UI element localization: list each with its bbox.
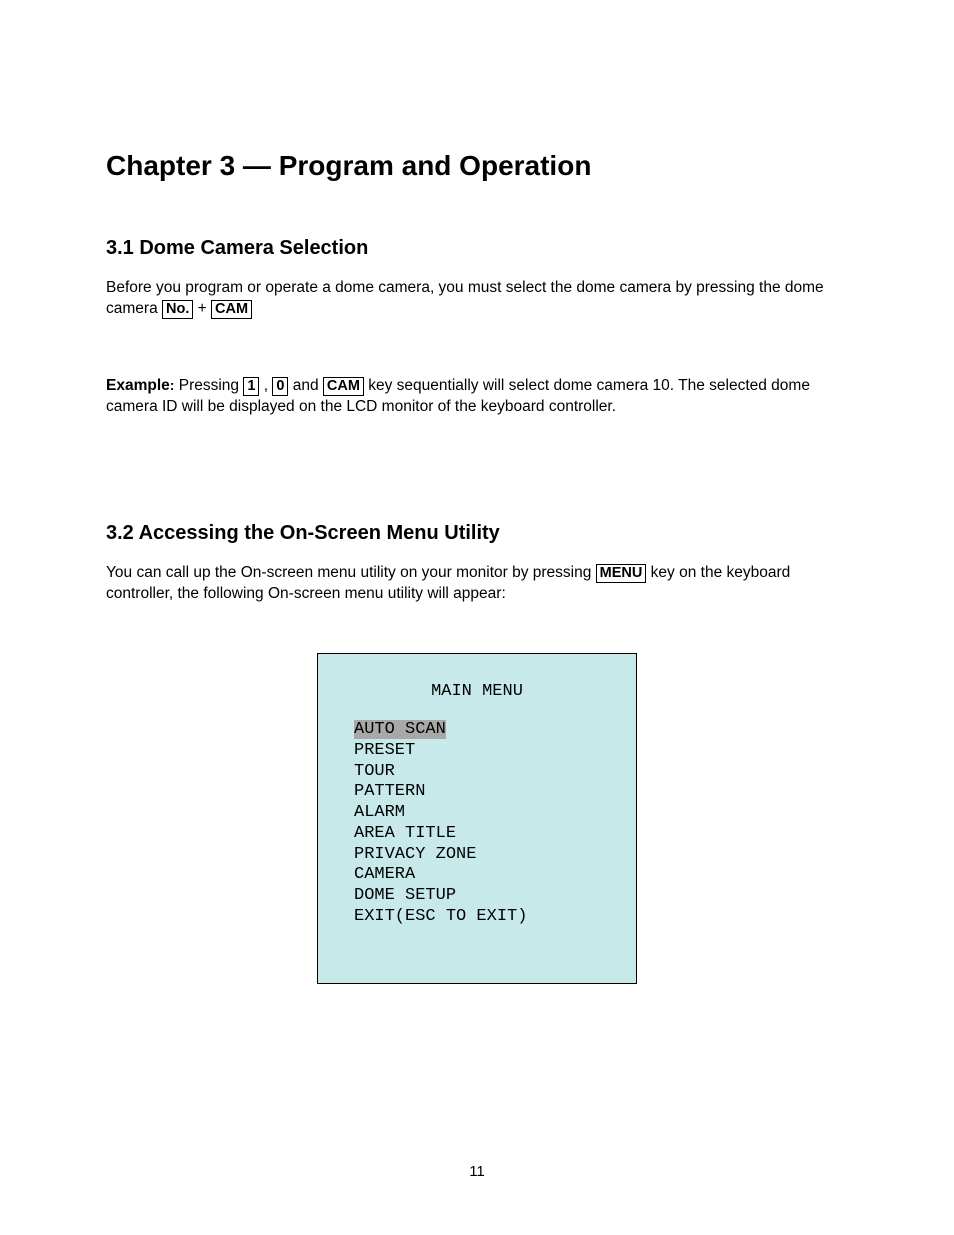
text-fragment: and xyxy=(288,377,322,394)
key-1: 1 xyxy=(243,377,259,396)
text-fragment: , xyxy=(259,377,272,394)
section-heading-3-1: 3.1 Dome Camera Selection xyxy=(106,237,848,260)
osd-menu-list: AUTO SCAN PRESET TOUR PATTERN ALARM AREA… xyxy=(354,720,616,927)
chapter-title: Chapter 3 — Program and Operation xyxy=(106,150,848,182)
key-menu: MENU xyxy=(596,564,647,583)
osd-menu-title: MAIN MENU xyxy=(338,682,616,703)
key-cam: CAM xyxy=(211,300,252,319)
osd-menu-item-highlighted: AUTO SCAN xyxy=(354,720,446,739)
key-no: No. xyxy=(162,300,193,319)
example-label: Example xyxy=(106,377,170,394)
key-cam-2: CAM xyxy=(323,377,364,396)
paragraph-3-2-intro: You can call up the On-screen menu utili… xyxy=(106,563,848,605)
document-page: Chapter 3 — Program and Operation 3.1 Do… xyxy=(0,0,954,1235)
text-fragment: + xyxy=(193,300,211,317)
text-fragment: You can call up the On-screen menu utili… xyxy=(106,564,596,581)
osd-menu-items: PRESET TOUR PATTERN ALARM AREA TITLE PRI… xyxy=(354,741,527,926)
osd-menu-screen: MAIN MENU AUTO SCAN PRESET TOUR PATTERN … xyxy=(317,653,637,984)
paragraph-3-1-intro: Before you program or operate a dome cam… xyxy=(106,278,848,320)
spacer xyxy=(106,326,848,376)
paragraph-3-1-example: Example: Pressing 1 , 0 and CAM key sequ… xyxy=(106,376,848,418)
key-0: 0 xyxy=(272,377,288,396)
text-fragment: Pressing xyxy=(174,377,243,394)
page-number: 11 xyxy=(0,1163,954,1180)
spacer xyxy=(106,424,848,522)
spacer xyxy=(106,611,848,653)
section-heading-3-2: 3.2 Accessing the On-Screen Menu Utility xyxy=(106,522,848,545)
